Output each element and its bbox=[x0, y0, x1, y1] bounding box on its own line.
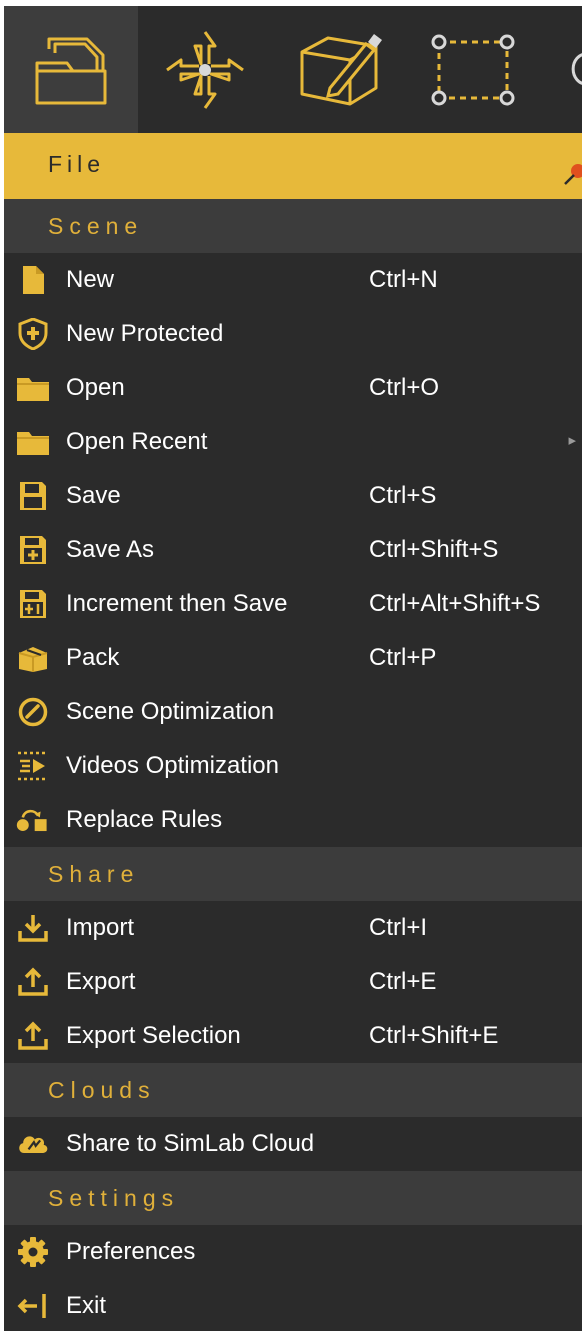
gauge-icon bbox=[16, 696, 50, 728]
menu-item-shortcut: Ctrl+I bbox=[369, 914, 428, 941]
tool-move-button[interactable] bbox=[138, 6, 272, 133]
menu-item-label: Increment then Save bbox=[66, 590, 288, 617]
submenu-arrow-icon: ▸ bbox=[568, 432, 576, 449]
menu-item-label: Save bbox=[66, 482, 121, 509]
menu-item-scene-optimization[interactable]: Scene Optimization bbox=[4, 685, 582, 739]
menu-item-shortcut: Ctrl+Shift+S bbox=[369, 536, 499, 563]
tool-file-button[interactable] bbox=[4, 6, 138, 133]
toolbar bbox=[4, 6, 582, 133]
move-arrows-icon bbox=[166, 30, 244, 109]
video-optimize-icon bbox=[16, 750, 50, 782]
export-icon bbox=[16, 1020, 50, 1052]
folder-icon bbox=[16, 372, 50, 404]
menu-item-shortcut: Ctrl+E bbox=[369, 968, 437, 995]
file-folder-icon bbox=[35, 37, 107, 104]
section-header-clouds: Clouds bbox=[4, 1063, 582, 1117]
menu-item-label: Pack bbox=[66, 644, 120, 671]
gear-icon bbox=[16, 1236, 50, 1268]
menu-title: File bbox=[48, 151, 106, 177]
menu-item-label: Exit bbox=[66, 1292, 107, 1319]
menu-item-open-recent[interactable]: Open Recent ▸ bbox=[4, 415, 582, 469]
menu-item-label: Replace Rules bbox=[66, 806, 223, 833]
shield-icon bbox=[16, 318, 50, 350]
menu-item-increment-then-save[interactable]: Increment then Save Ctrl+Alt+Shift+S bbox=[4, 577, 582, 631]
section-title: Settings bbox=[48, 1184, 180, 1211]
menu-item-label: New bbox=[66, 266, 115, 293]
menu-item-replace-rules[interactable]: Replace Rules bbox=[4, 793, 582, 847]
menu-item-shortcut: Ctrl+Shift+E bbox=[369, 1022, 499, 1049]
menu-item-label: New Protected bbox=[66, 320, 224, 347]
export-icon bbox=[16, 966, 50, 998]
menu-item-new[interactable]: New Ctrl+N bbox=[4, 253, 582, 307]
section-header-settings: Settings bbox=[4, 1171, 582, 1225]
file-menu: Scene New Ctrl+N New Protected Open Ctrl… bbox=[4, 199, 582, 1331]
menu-item-shortcut: Ctrl+S bbox=[369, 482, 437, 509]
toolbar-overflow-tool[interactable] bbox=[566, 6, 582, 133]
menu-item-new-protected[interactable]: New Protected bbox=[4, 307, 582, 361]
menu-item-save[interactable]: Save Ctrl+S bbox=[4, 469, 582, 523]
pin-icon[interactable] bbox=[562, 161, 582, 187]
menu-item-pack[interactable]: Pack Ctrl+P bbox=[4, 631, 582, 685]
menu-item-label: Export bbox=[66, 968, 136, 995]
section-title: Scene bbox=[48, 212, 144, 239]
menu-item-label: Open Recent bbox=[66, 428, 208, 455]
import-icon bbox=[16, 912, 50, 944]
replace-shapes-icon bbox=[16, 804, 50, 836]
file-menu-window: File Scene New Ctrl+N New Protected Open… bbox=[4, 6, 582, 1331]
section-header-share: Share bbox=[4, 847, 582, 901]
edit-box-icon bbox=[300, 33, 382, 105]
menu-item-open[interactable]: Open Ctrl+O bbox=[4, 361, 582, 415]
floppy-icon bbox=[16, 480, 50, 512]
exit-icon bbox=[16, 1290, 50, 1322]
menu-item-shortcut: Ctrl+O bbox=[369, 374, 440, 401]
menu-item-label: Scene Optimization bbox=[66, 698, 275, 725]
tool-edit-button[interactable] bbox=[272, 6, 406, 133]
section-header-scene: Scene bbox=[4, 199, 582, 253]
section-title: Share bbox=[48, 860, 140, 887]
menu-item-shortcut: Ctrl+P bbox=[369, 644, 437, 671]
document-icon bbox=[16, 264, 50, 296]
menu-item-label: Videos Optimization bbox=[66, 752, 279, 779]
menu-item-export-selection[interactable]: Export Selection Ctrl+Shift+E bbox=[4, 1009, 582, 1063]
package-icon bbox=[16, 642, 50, 674]
section-title: Clouds bbox=[48, 1076, 156, 1103]
menu-item-share-to-simlab-cloud[interactable]: Share to SimLab Cloud bbox=[4, 1117, 582, 1171]
menu-item-exit[interactable]: Exit bbox=[4, 1279, 582, 1331]
menu-item-preferences[interactable]: Preferences bbox=[4, 1225, 582, 1279]
menu-item-label: Import bbox=[66, 914, 135, 941]
menu-item-label: Export Selection bbox=[66, 1022, 241, 1049]
menu-item-shortcut: Ctrl+Alt+Shift+S bbox=[369, 590, 541, 617]
menu-item-shortcut: Ctrl+N bbox=[369, 266, 438, 293]
floppy-increment-icon bbox=[16, 588, 50, 620]
partial-tool-icon bbox=[571, 53, 582, 85]
menu-item-videos-optimization[interactable]: Videos Optimization bbox=[4, 739, 582, 793]
floppy-plus-icon bbox=[16, 534, 50, 566]
menu-title-bar: File bbox=[4, 133, 582, 199]
folder-icon bbox=[16, 426, 50, 458]
menu-item-label: Save As bbox=[66, 536, 155, 563]
menu-item-label: Share to SimLab Cloud bbox=[66, 1130, 315, 1157]
menu-item-label: Preferences bbox=[66, 1238, 196, 1265]
menu-item-export[interactable]: Export Ctrl+E bbox=[4, 955, 582, 1009]
menu-item-save-as[interactable]: Save As Ctrl+Shift+S bbox=[4, 523, 582, 577]
select-rectangle-icon bbox=[431, 34, 515, 105]
menu-item-label: Open bbox=[66, 374, 125, 401]
cloud-share-icon bbox=[16, 1128, 50, 1160]
tool-select-button[interactable] bbox=[406, 6, 540, 133]
menu-item-import[interactable]: Import Ctrl+I bbox=[4, 901, 582, 955]
